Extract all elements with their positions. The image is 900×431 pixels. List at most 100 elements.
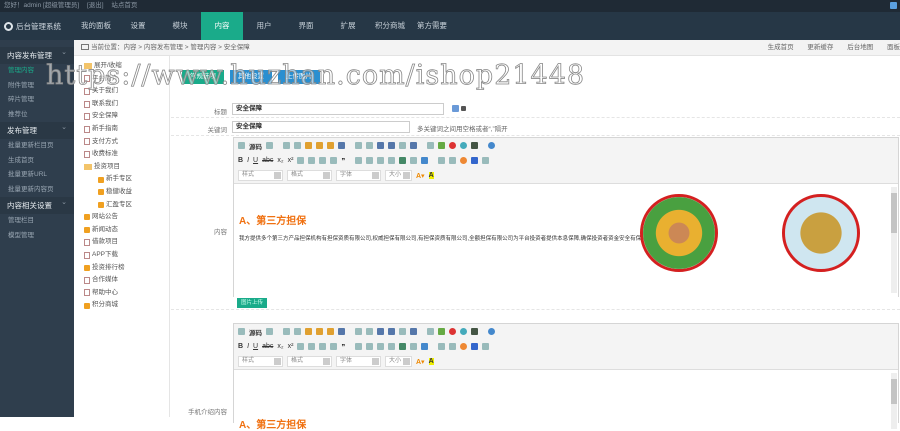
nav-interface[interactable]: 界面: [285, 12, 327, 40]
tree-node[interactable]: 展开/收缩: [84, 60, 169, 73]
quote-icon[interactable]: ❞: [341, 343, 345, 351]
strike-icon[interactable]: abc: [262, 157, 273, 164]
style-select[interactable]: 样式: [238, 170, 283, 181]
bg-color-icon[interactable]: A: [428, 358, 434, 365]
tree-node[interactable]: 平台简介: [84, 73, 169, 86]
content-form: 常规选项 其他设置 上传图片 标题 安全保障 关键词 安全保障 多关键词之间用空…: [171, 56, 900, 431]
color-picker-icon[interactable]: [452, 105, 459, 112]
sidebar-item-attachments[interactable]: 附件管理: [0, 79, 74, 94]
tree-node[interactable]: 新手指南: [84, 123, 169, 136]
site-home-link[interactable]: 站点首页: [111, 2, 137, 9]
tree-node[interactable]: 支付方式: [84, 136, 169, 149]
editor-toolbar-row1: 源码: [234, 138, 898, 153]
tree-node[interactable]: 安全保障: [84, 110, 169, 123]
text-color-icon[interactable]: A▾: [416, 358, 425, 366]
page-icon: [84, 138, 90, 146]
upload-image-button[interactable]: 图片上传: [237, 298, 268, 308]
title-input[interactable]: 安全保障: [232, 103, 444, 115]
format-select[interactable]: 格式: [287, 170, 332, 181]
mobile-content-area[interactable]: A、第三方担保: [234, 369, 898, 431]
subscript-icon[interactable]: x₂: [277, 157, 283, 164]
folder-icon: [84, 164, 92, 171]
bold-icon[interactable]: B: [238, 343, 243, 350]
category-tree: 展开/收缩 平台简介 关于我们 联系我们 安全保障 新手指南 支付方式 收费标准 投资项目新手专…: [74, 56, 170, 417]
format-select[interactable]: 格式: [287, 356, 332, 367]
italic-icon[interactable]: I: [247, 343, 249, 350]
content-editor[interactable]: 源码 B I Uabc x₂ x² ❞ 样式 格式 字体 大小 A▾ A A、第三方担保 我方提供多…: [233, 137, 899, 308]
size-select[interactable]: 大小: [385, 170, 412, 181]
tree-node[interactable]: 新手专区: [84, 173, 169, 186]
underline-icon[interactable]: U: [253, 157, 258, 164]
page-icon: [84, 125, 90, 133]
bold-icon[interactable]: B: [238, 157, 243, 164]
tab-general[interactable]: 常规选项: [182, 70, 224, 84]
sidebar-item-gen-home[interactable]: 生成首页: [0, 154, 74, 169]
logout-link[interactable]: [退出]: [87, 2, 104, 9]
bold-title-icon[interactable]: [461, 106, 466, 111]
tab-upload[interactable]: 上传图片: [278, 70, 320, 84]
tree-node[interactable]: 汇盈专区: [84, 199, 169, 212]
tree-node-label: 新手专区: [106, 175, 132, 183]
admin-map-link[interactable]: 后台地图: [847, 44, 873, 51]
tree-node[interactable]: 联系我们: [84, 98, 169, 111]
nav-settings[interactable]: 设置: [117, 12, 159, 40]
tree-node[interactable]: 合作媒体: [84, 274, 169, 287]
sidebar-item-update-url[interactable]: 批量更新URL: [0, 168, 74, 183]
tree-node[interactable]: 稳健收益: [84, 186, 169, 199]
superscript-icon[interactable]: x²: [288, 343, 294, 350]
subscript-icon[interactable]: x₂: [277, 343, 283, 350]
nav-users[interactable]: 用户: [243, 12, 285, 40]
font-select[interactable]: 字体: [336, 356, 381, 367]
sidebar-item-update-category[interactable]: 批量更新栏目页: [0, 139, 74, 154]
nav-panel[interactable]: 我的面板: [75, 12, 117, 40]
gen-home-link[interactable]: 生成首页: [768, 44, 794, 51]
tree-node[interactable]: 收费标准: [84, 148, 169, 161]
tree-node[interactable]: 积分商城: [84, 299, 169, 312]
style-select[interactable]: 样式: [238, 356, 283, 367]
keyword-input[interactable]: 安全保障: [232, 121, 410, 133]
editor-toolbar-row3: 样式 格式 字体 大小 A▾ A: [234, 168, 898, 183]
nav-extra[interactable]: 第方需要: [411, 12, 453, 40]
tree-node[interactable]: 帮助中心: [84, 287, 169, 300]
tab-other[interactable]: 其他设置: [230, 70, 272, 84]
nav-points-mall[interactable]: 积分商城: [369, 12, 411, 40]
size-select[interactable]: 大小: [385, 356, 412, 367]
tree-node-label: 投资项目: [94, 162, 120, 170]
update-cache-link[interactable]: 更新缓存: [807, 44, 833, 51]
underline-icon[interactable]: U: [253, 343, 258, 350]
tree-node[interactable]: 投资排行榜: [84, 262, 169, 275]
superscript-icon[interactable]: x²: [288, 157, 294, 164]
title-label: 标题: [214, 109, 227, 116]
editor-scrollbar[interactable]: [891, 187, 897, 293]
font-select[interactable]: 字体: [336, 170, 381, 181]
sidebar-group-settings[interactable]: 内容相关设置: [0, 194, 74, 214]
italic-icon[interactable]: I: [247, 157, 249, 164]
monitor-icon[interactable]: [890, 2, 897, 9]
tree-node[interactable]: APP下载: [84, 249, 169, 262]
source-icon[interactable]: [238, 142, 245, 149]
quote-icon[interactable]: ❞: [341, 157, 345, 165]
source-button[interactable]: 源码: [249, 327, 262, 337]
tree-node[interactable]: 网站公告: [84, 211, 169, 224]
text-color-icon[interactable]: A▾: [416, 172, 425, 180]
editor-content-area[interactable]: A、第三方担保 我方提供多个第三方产品担保机构有担保资质有限公司,权威担保有限公…: [234, 183, 898, 297]
sidebar-item-manage-content[interactable]: 管理内容: [0, 64, 74, 79]
nav-modules[interactable]: 模块: [159, 12, 201, 40]
editor-scrollbar[interactable]: [891, 373, 897, 429]
tree-node[interactable]: 借款项目: [84, 236, 169, 249]
tree-node[interactable]: 新闻动态: [84, 224, 169, 237]
mobile-editor[interactable]: 源码 B I Uabc x₂ x² ❞ 样式 格式 字体 大小 A▾ A A、第三方担保: [233, 323, 899, 431]
sidebar-group-publish[interactable]: 发布管理: [0, 119, 74, 139]
tree-node[interactable]: 关于我们: [84, 85, 169, 98]
strike-icon[interactable]: abc: [262, 343, 273, 350]
source-button[interactable]: 源码: [249, 141, 262, 151]
tree-node[interactable]: 投资项目: [84, 161, 169, 174]
sidebar-item-models[interactable]: 模型管理: [0, 229, 74, 244]
panel-link[interactable]: 面板: [887, 44, 900, 51]
nav-extend[interactable]: 扩展: [327, 12, 369, 40]
sidebar-group-content[interactable]: 内容发布管理: [0, 44, 74, 64]
sidebar-item-fragments[interactable]: 碎片管理: [0, 93, 74, 108]
sidebar-item-categories[interactable]: 管理栏目: [0, 214, 74, 229]
nav-content[interactable]: 内容: [201, 12, 243, 40]
bg-color-icon[interactable]: A: [428, 172, 434, 179]
